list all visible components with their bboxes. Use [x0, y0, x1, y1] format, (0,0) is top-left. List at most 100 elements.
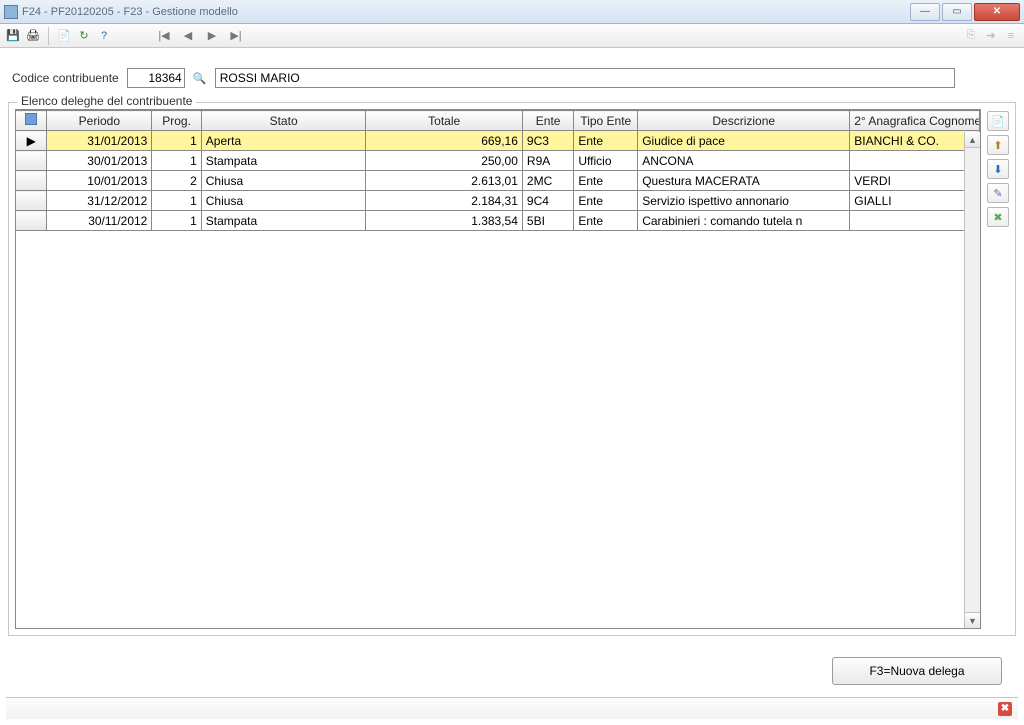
- cell-descr[interactable]: ANCONA: [638, 151, 850, 171]
- cell-ente[interactable]: 2MC: [522, 171, 573, 191]
- toolbar-right: ⎘ ➔ ≡: [962, 27, 1020, 45]
- forward-icon[interactable]: ➔: [982, 27, 1000, 45]
- table-row[interactable]: 30/01/20131Stampata250,00R9AUfficioANCON…: [16, 151, 980, 171]
- table-row[interactable]: 10/01/20132Chiusa2.613,012MCEnteQuestura…: [16, 171, 980, 191]
- cell-totale[interactable]: 1.383,54: [366, 211, 522, 231]
- refresh-icon[interactable]: ↻: [75, 27, 93, 45]
- prev-record-icon[interactable]: ◀: [179, 27, 197, 45]
- cell-totale[interactable]: 250,00: [366, 151, 522, 171]
- side-delete-icon[interactable]: ✖: [987, 207, 1009, 227]
- minimize-button[interactable]: —: [910, 3, 940, 21]
- side-edit-icon[interactable]: ✎: [987, 183, 1009, 203]
- status-bar: ✖: [6, 697, 1018, 719]
- cell-periodo[interactable]: 30/11/2012: [47, 211, 152, 231]
- side-down-icon[interactable]: ⬇: [987, 159, 1009, 179]
- row-selector[interactable]: [16, 211, 47, 231]
- side-up-icon[interactable]: ⬆: [987, 135, 1009, 155]
- col-stato[interactable]: Stato: [201, 111, 366, 131]
- print-icon[interactable]: 🖨: [24, 27, 42, 45]
- cell-prog[interactable]: 1: [152, 151, 201, 171]
- col-tipoente[interactable]: Tipo Ente: [574, 111, 638, 131]
- row-selector[interactable]: [16, 171, 47, 191]
- cell-descr[interactable]: Questura MACERATA: [638, 171, 850, 191]
- col-anag[interactable]: 2° Anagrafica Cognome: [850, 111, 980, 131]
- window-controls: — ▭ ✕: [910, 3, 1020, 21]
- cell-totale[interactable]: 2.184,31: [366, 191, 522, 211]
- new-delega-button[interactable]: F3=Nuova delega: [832, 657, 1002, 685]
- last-record-icon[interactable]: ▶|: [227, 27, 245, 45]
- cell-stato[interactable]: Stampata: [201, 211, 366, 231]
- cell-prog[interactable]: 1: [152, 191, 201, 211]
- table-row[interactable]: 30/11/20121Stampata1.383,545BIEnteCarabi…: [16, 211, 980, 231]
- save-icon[interactable]: 💾: [4, 27, 22, 45]
- name-input[interactable]: [215, 68, 955, 88]
- cell-anag[interactable]: [850, 151, 980, 171]
- help-icon[interactable]: ?: [95, 27, 113, 45]
- cell-totale[interactable]: 669,16: [366, 131, 522, 151]
- cell-anag[interactable]: GIALLI: [850, 191, 980, 211]
- row-selector[interactable]: [16, 151, 47, 171]
- cell-stato[interactable]: Chiusa: [201, 191, 366, 211]
- cell-periodo[interactable]: 31/12/2012: [47, 191, 152, 211]
- cell-descr[interactable]: Servizio ispettivo annonario: [638, 191, 850, 211]
- toolbar: 💾 🖨 📄 ↻ ? |◀ ◀ ▶ ▶| ⎘ ➔ ≡: [0, 24, 1024, 48]
- codice-input[interactable]: [127, 68, 185, 88]
- cell-anag[interactable]: BIANCHI & CO.: [850, 131, 980, 151]
- copy-icon[interactable]: ⎘: [962, 27, 980, 45]
- col-ente[interactable]: Ente: [522, 111, 573, 131]
- scroll-up-icon[interactable]: ▲: [965, 132, 980, 148]
- cell-prog[interactable]: 1: [152, 211, 201, 231]
- table-row[interactable]: 31/12/20121Chiusa2.184,319C4EnteServizio…: [16, 191, 980, 211]
- lookup-icon[interactable]: 🔍: [193, 71, 207, 85]
- cell-tipoente[interactable]: Ente: [574, 171, 638, 191]
- cell-tipoente[interactable]: Ente: [574, 131, 638, 151]
- row-selector[interactable]: ▶: [16, 131, 47, 151]
- col-totale[interactable]: Totale: [366, 111, 522, 131]
- row-selector[interactable]: [16, 191, 47, 211]
- document-icon[interactable]: 📄: [55, 27, 73, 45]
- cell-prog[interactable]: 2: [152, 171, 201, 191]
- side-buttons: 📄 ⬆ ⬇ ✎ ✖: [985, 109, 1009, 629]
- col-descr[interactable]: Descrizione: [638, 111, 850, 131]
- col-periodo[interactable]: Periodo: [47, 111, 152, 131]
- cell-descr[interactable]: Carabinieri : comando tutela n: [638, 211, 850, 231]
- cell-prog[interactable]: 1: [152, 131, 201, 151]
- cell-periodo[interactable]: 31/01/2013: [47, 131, 152, 151]
- window-title: F24 - PF20120205 - F23 - Gestione modell…: [22, 6, 910, 18]
- table-row[interactable]: ▶31/01/20131Aperta669,169C3EnteGiudice d…: [16, 131, 980, 151]
- content-area: Codice contribuente 🔍 Elenco deleghe del…: [6, 48, 1018, 719]
- col-prog[interactable]: Prog.: [152, 111, 201, 131]
- first-record-icon[interactable]: |◀: [155, 27, 173, 45]
- cell-periodo[interactable]: 10/01/2013: [47, 171, 152, 191]
- cell-tipoente[interactable]: Ufficio: [574, 151, 638, 171]
- cell-stato[interactable]: Aperta: [201, 131, 366, 151]
- cell-anag[interactable]: [850, 211, 980, 231]
- scroll-down-icon[interactable]: ▼: [965, 612, 980, 628]
- error-icon[interactable]: ✖: [998, 702, 1012, 716]
- cell-anag[interactable]: VERDI: [850, 171, 980, 191]
- cell-ente[interactable]: R9A: [522, 151, 573, 171]
- cell-ente[interactable]: 9C3: [522, 131, 573, 151]
- maximize-button[interactable]: ▭: [942, 3, 972, 21]
- footer: F3=Nuova delega: [832, 657, 1002, 685]
- vertical-scrollbar[interactable]: ▲ ▼: [964, 132, 980, 628]
- cell-stato[interactable]: Chiusa: [201, 171, 366, 191]
- grid[interactable]: Periodo Prog. Stato Totale Ente Tipo Ent…: [15, 109, 981, 629]
- side-new-icon[interactable]: 📄: [987, 111, 1009, 131]
- grid-area: Periodo Prog. Stato Totale Ente Tipo Ent…: [15, 109, 1009, 629]
- cell-descr[interactable]: Giudice di pace: [638, 131, 850, 151]
- deleghe-table[interactable]: Periodo Prog. Stato Totale Ente Tipo Ent…: [16, 110, 980, 231]
- cell-periodo[interactable]: 30/01/2013: [47, 151, 152, 171]
- cell-stato[interactable]: Stampata: [201, 151, 366, 171]
- cell-tipoente[interactable]: Ente: [574, 191, 638, 211]
- cell-ente[interactable]: 5BI: [522, 211, 573, 231]
- cell-ente[interactable]: 9C4: [522, 191, 573, 211]
- close-button[interactable]: ✕: [974, 3, 1020, 21]
- next-record-icon[interactable]: ▶: [203, 27, 221, 45]
- cell-tipoente[interactable]: Ente: [574, 211, 638, 231]
- row-header-icon[interactable]: [16, 111, 47, 131]
- codice-label: Codice contribuente: [12, 71, 119, 85]
- cell-totale[interactable]: 2.613,01: [366, 171, 522, 191]
- fieldset-legend: Elenco deleghe del contribuente: [17, 94, 196, 108]
- list-icon[interactable]: ≡: [1002, 27, 1020, 45]
